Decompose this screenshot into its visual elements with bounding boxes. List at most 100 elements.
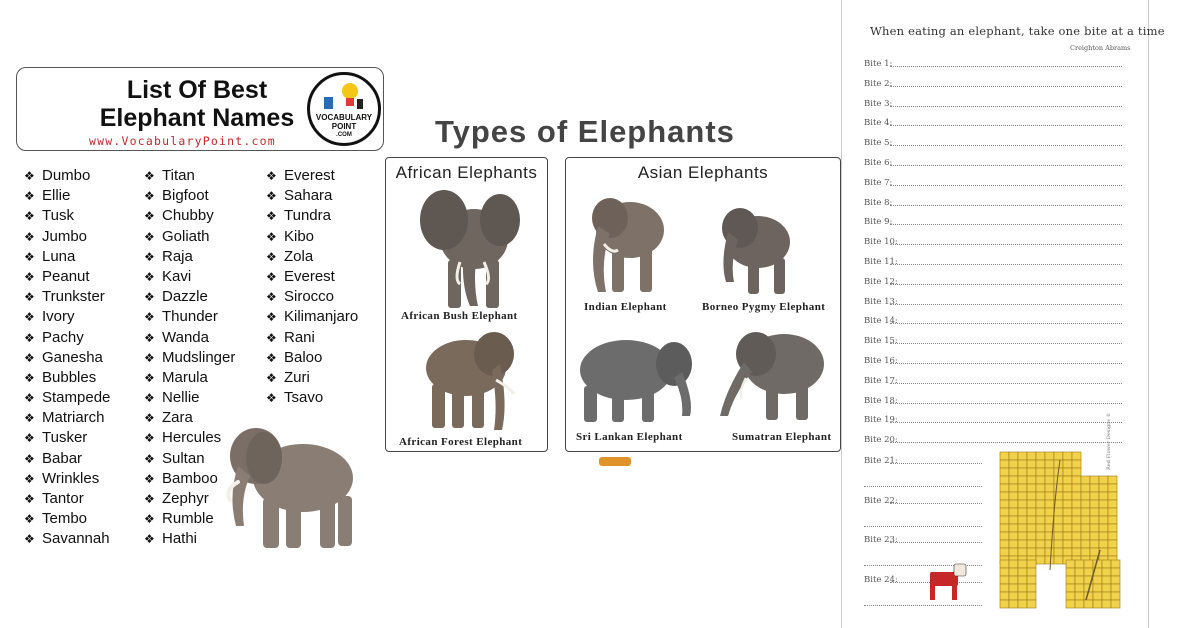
elephant-name-item: ❖ Marula [144,368,235,388]
bite-write-line[interactable] [890,264,1122,265]
yellow-cube [1053,515,1064,525]
bite-row[interactable]: Bite 14: [864,312,1122,326]
elephant-name-item: ❖ Sirocco [266,287,358,307]
names-title-line2: Elephant Names [99,104,295,132]
yellow-cube [1098,515,1109,525]
names-column-1: ❖ Dumbo ❖ Ellie ❖ Tusk ❖ Jumbo ❖ Luna ❖ Peanut ❖ Trun… [24,166,110,550]
yellow-cube [1017,559,1028,569]
bite-label: Bite 10: [864,237,898,248]
yellow-cube [1017,583,1028,593]
yellow-cube [999,547,1010,557]
bite-write-line[interactable] [890,463,982,464]
elephant-name-text: Raja [162,247,193,265]
bite-write-line[interactable] [890,66,1122,67]
yellow-cube [1098,499,1109,509]
bite-write-line[interactable] [890,85,1122,87]
yellow-cube [1080,515,1091,525]
bite-write-line-second[interactable] [864,525,982,527]
diamond-bullet-icon: ❖ [144,512,155,527]
bite-row[interactable]: Bite 6: [864,154,1122,168]
bite-write-line[interactable] [890,184,1122,186]
yellow-cube [1017,467,1028,477]
bite-write-line[interactable] [890,204,1122,206]
yellow-cube [1089,499,1100,509]
yellow-cube [1092,599,1103,609]
yellow-cube [999,559,1010,569]
bite-label: Bite 7: [864,177,893,188]
types-title: Types of Elephants [435,114,735,149]
yellow-cube [1080,523,1091,533]
yellow-cube [999,515,1010,525]
yellow-cube [1017,483,1028,493]
worksheet-quote: When eating an elephant, take one bite a… [870,24,1165,38]
bite-write-line[interactable] [890,363,1122,364]
bite-row[interactable]: Bite 18: [864,392,1122,406]
bite-row[interactable]: Bite 1: [864,55,1122,69]
bite-write-line[interactable] [890,303,1122,305]
bite-row[interactable]: Bite 16: [864,352,1122,366]
elephant-name-text: Zuri [284,368,310,386]
bite-row[interactable]: Bite 15: [864,332,1122,346]
yellow-cube [1026,547,1037,557]
bite-write-line[interactable] [890,125,1122,127]
bite-row[interactable]: Bite 8: [864,194,1122,208]
bite-write-line[interactable] [890,105,1122,107]
yellow-cube [1101,599,1112,609]
diamond-bullet-icon: ❖ [144,330,155,345]
yellow-cube [999,583,1010,593]
yellow-cube [1089,491,1100,501]
diamond-bullet-icon: ❖ [24,169,35,183]
diamond-bullet-icon: ❖ [24,532,35,547]
names-title: List Of Best Elephant Names [57,76,337,132]
bite-row[interactable]: Bite 11: [864,253,1122,267]
yellow-cube [1053,459,1064,469]
bite-write-line-second[interactable] [864,486,982,487]
bite-write-line[interactable] [890,283,1122,285]
yellow-cube [1083,599,1094,609]
diamond-bullet-icon: ❖ [24,249,35,264]
diamond-bullet-icon: ❖ [266,330,277,345]
bite-write-line[interactable] [890,402,1122,404]
bite-write-line[interactable] [890,422,1122,424]
elephant-name-item: ❖ Titan [144,166,235,186]
yellow-cube [1017,475,1028,485]
bite-row[interactable]: Bite 5: [864,134,1122,148]
yellow-cube [1017,599,1028,609]
bite-row[interactable]: Bite 12: [864,273,1122,287]
bite-write-line[interactable] [890,323,1122,325]
bite-label: Bite 20: [864,435,898,446]
bite-label: Bite 16: [864,356,898,366]
bite-row[interactable]: Bite 19: [864,411,1122,425]
bite-write-line[interactable] [890,502,982,504]
elephant-name-text: Trunkster [42,288,105,306]
bite-row[interactable]: Bite 4: [864,114,1122,128]
yellow-cube [1008,547,1019,557]
elephant-name-item: ❖ Savannah [24,529,110,549]
yellow-cube [1107,491,1118,501]
yellow-cube [1035,451,1046,461]
yellow-cube [1008,539,1019,549]
bite-row[interactable]: Bite 10: [864,233,1122,247]
bite-write-line[interactable] [890,244,1122,246]
yellow-cube [1110,591,1121,601]
bite-write-line[interactable] [890,165,1122,166]
yellow-cube [1026,575,1037,585]
bite-write-line-second[interactable] [864,604,982,606]
bite-write-line[interactable] [890,382,1122,384]
bite-write-line[interactable] [890,343,1122,345]
bite-write-line[interactable] [890,145,1122,147]
elephant-name-item: ❖ Bigfoot [144,186,235,206]
red-dog-illustration [930,563,967,600]
bite-row[interactable]: Bite 13: [864,293,1122,307]
diamond-bullet-icon: ❖ [144,249,155,264]
bite-row[interactable]: Bite 7: [864,174,1122,188]
bite-row[interactable]: Bite 3: [864,95,1122,109]
yellow-cube [1071,539,1082,549]
bite-row[interactable]: Bite 17: [864,372,1122,386]
bite-write-line[interactable] [890,542,982,543]
yellow-cube [1107,547,1118,557]
bite-row[interactable]: Bite 9: [864,213,1122,227]
bite-row[interactable]: Bite 2: [864,75,1122,89]
diamond-bullet-icon: ❖ [144,169,155,183]
bite-write-line[interactable] [890,224,1122,226]
